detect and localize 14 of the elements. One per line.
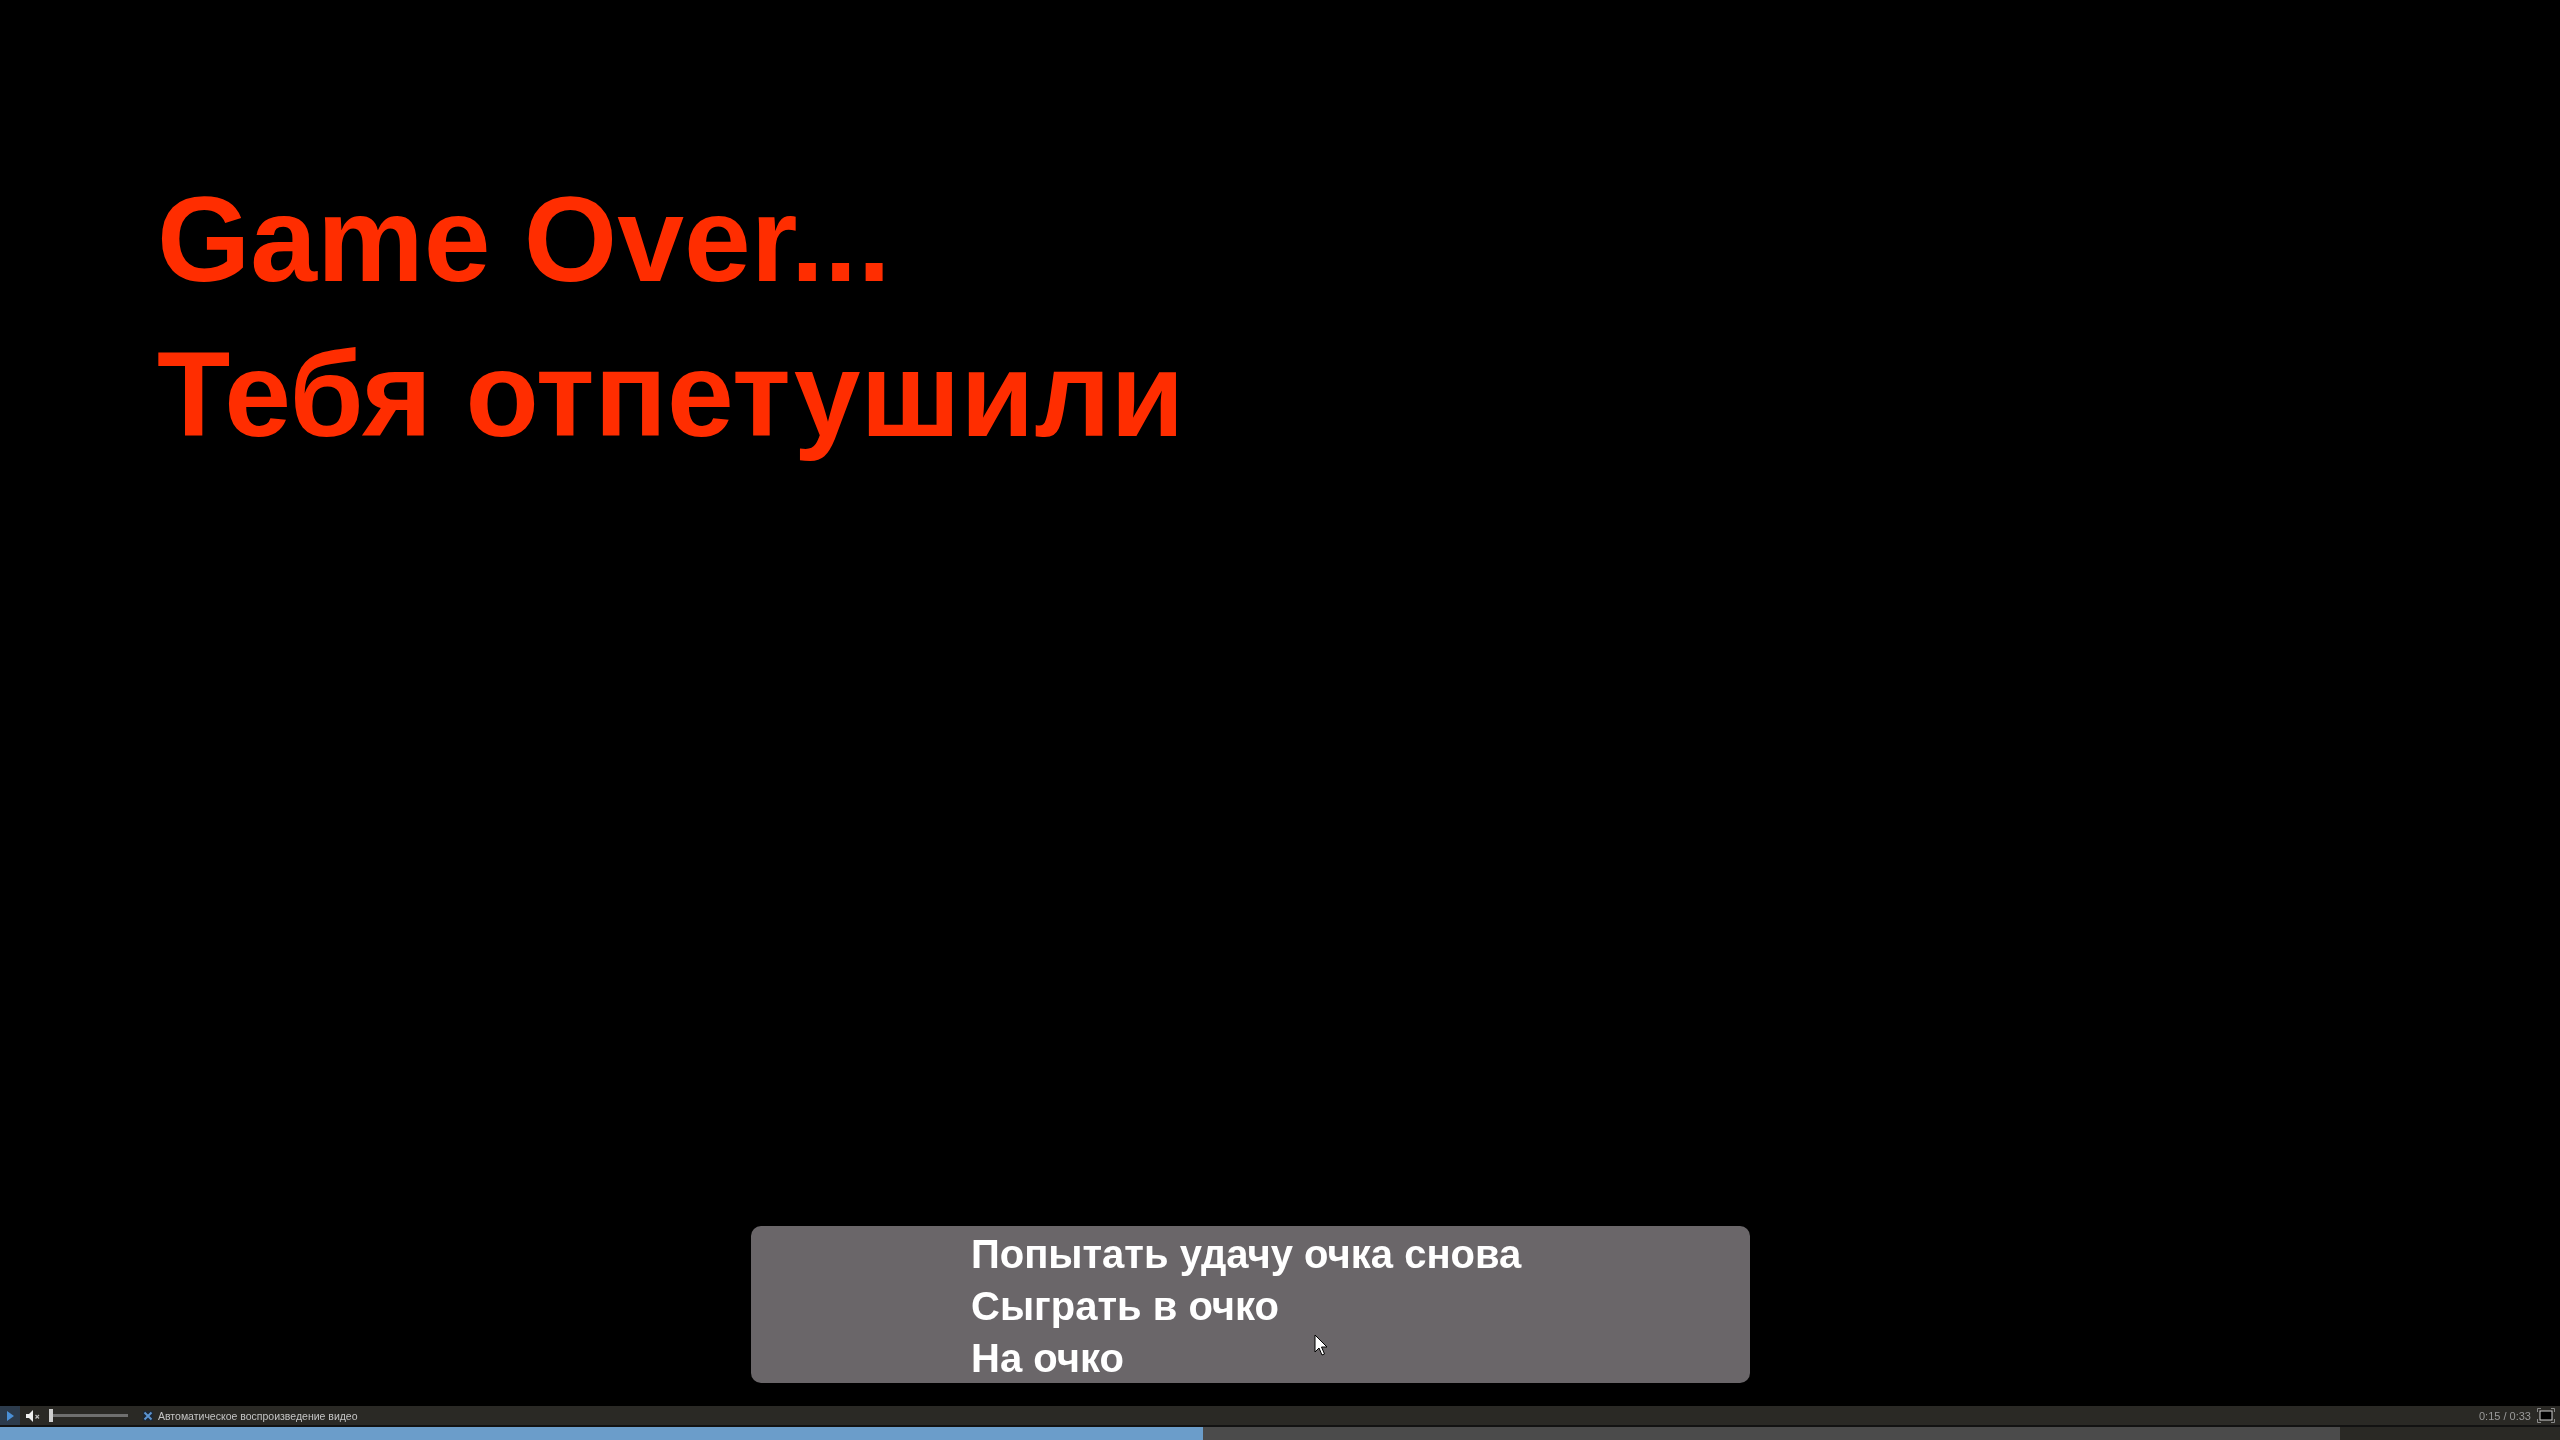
mouse-cursor-icon — [1314, 1334, 1328, 1356]
menu-option[interactable]: Попытать удачу очка снова — [971, 1228, 1522, 1280]
menu-option[interactable]: На очко — [971, 1332, 1124, 1384]
heading-text: Тебя отпетушили — [157, 326, 1185, 463]
autoplay-label: Автоматическое воспроизведение видео — [158, 1409, 358, 1422]
menu-option[interactable]: Сыграть в очко — [971, 1280, 1279, 1332]
autoplay-checkbox[interactable] — [143, 1410, 153, 1421]
time-display: 0:15 / 0:33 — [2479, 1409, 2531, 1422]
play-icon — [6, 1410, 14, 1421]
play-button[interactable] — [0, 1406, 20, 1425]
heading-text: Game Over... — [157, 171, 891, 308]
fullscreen-icon[interactable] — [2537, 1408, 2555, 1423]
muted-speaker-icon[interactable] — [26, 1409, 41, 1422]
volume-slider-thumb[interactable] — [49, 1409, 53, 1422]
